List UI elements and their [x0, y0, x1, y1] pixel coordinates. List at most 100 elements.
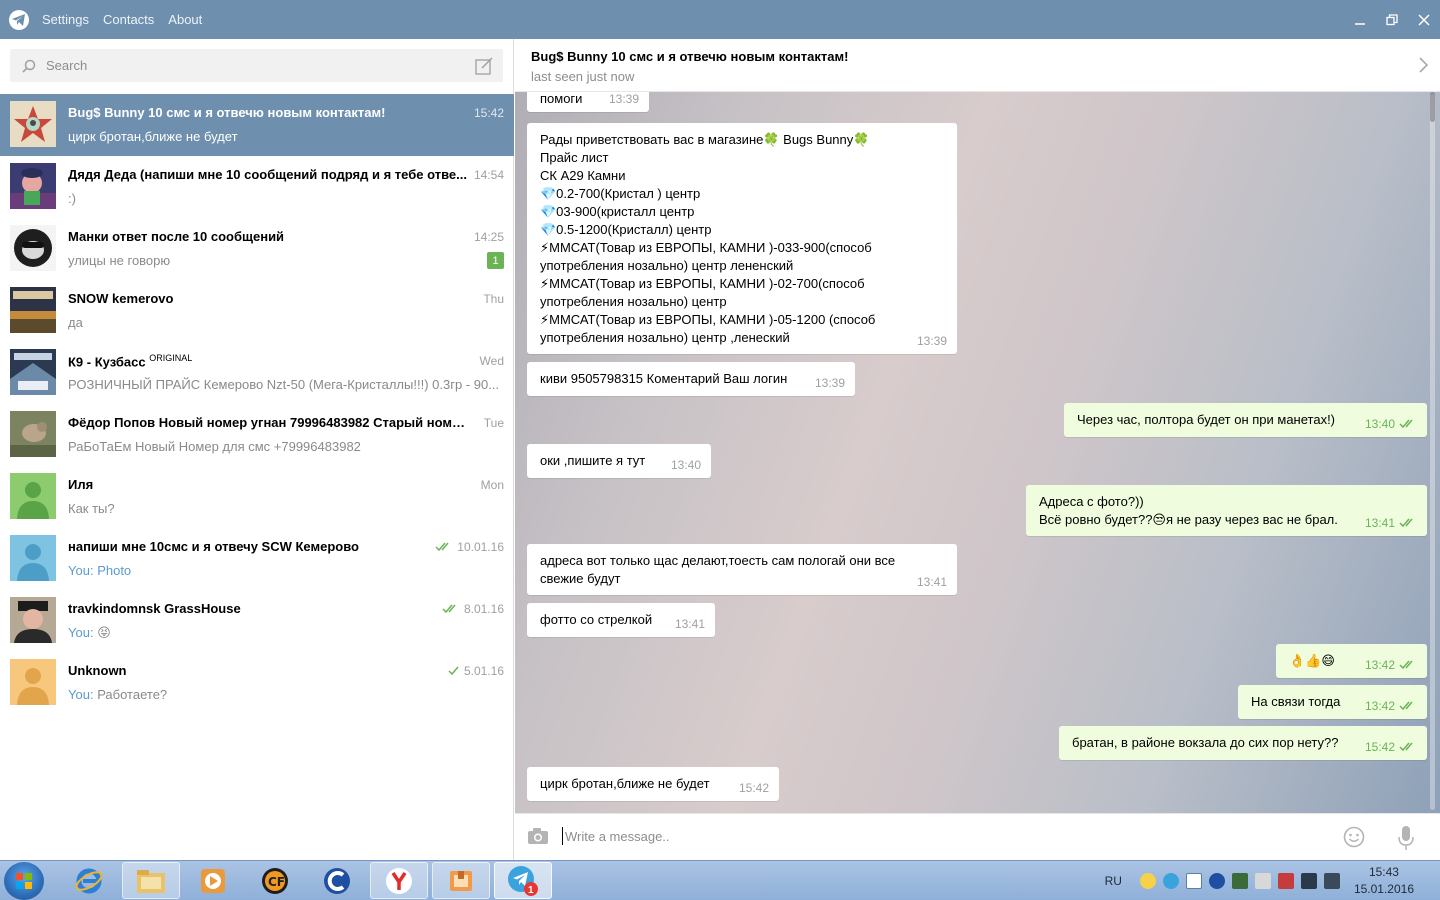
- taskbar-yandex-browser[interactable]: [370, 862, 428, 899]
- message-bubble[interactable]: оки ,пишите я тут 13:40: [527, 444, 711, 478]
- dialogs-panel: Search Bug$ Bunny 10 смс и я отвечю новы…: [0, 39, 514, 860]
- dialog-item[interactable]: Фёдор Попов Новый номер угнан 7999648398…: [0, 404, 514, 466]
- menu-about[interactable]: About: [168, 12, 202, 27]
- language-indicator[interactable]: RU: [1105, 874, 1122, 888]
- close-button[interactable]: [1408, 0, 1440, 39]
- message-bubble[interactable]: Адреса с фото?)) Всё ровно будет??😒я не …: [1026, 485, 1427, 536]
- you-prefix: You:: [68, 563, 94, 578]
- message-bubble[interactable]: киви 9505798315 Коментарий Ваш логин 13:…: [527, 362, 855, 396]
- message-time: 13:42: [1364, 699, 1395, 713]
- dialog-item[interactable]: Дядя Деда (напиши мне 10 сообщений подря…: [0, 156, 514, 218]
- network-tray-icon[interactable]: [1300, 873, 1317, 889]
- telegram-icon: [508, 865, 538, 896]
- dialog-message-text: 😝: [97, 625, 111, 640]
- message-bubble[interactable]: цирк бротан,ближе не будет 15:42: [527, 767, 779, 801]
- dialog-last-message: да: [68, 315, 83, 330]
- dialog-last-message: You: Работаете?: [68, 687, 167, 702]
- message-bubble[interactable]: На связи тогда 13:42: [1238, 685, 1427, 719]
- avatar: [10, 535, 56, 581]
- message-bubble[interactable]: помоги 13:39: [527, 92, 649, 112]
- taskbar-media-player[interactable]: [184, 862, 242, 899]
- taskbar-ccleaner[interactable]: [308, 862, 366, 899]
- usb-tray-icon[interactable]: [1254, 873, 1271, 889]
- telegram-tray-icon[interactable]: [1162, 873, 1179, 889]
- message-bubble[interactable]: Рады приветствовать вас в магазине🍀 Bugs…: [527, 123, 957, 354]
- message-time: 13:41: [916, 575, 947, 589]
- flag-tray-icon[interactable]: [1277, 873, 1294, 889]
- avatar: [10, 101, 56, 147]
- emoji-tray-icon[interactable]: [1139, 873, 1156, 889]
- camera-icon[interactable]: [527, 827, 549, 845]
- microphone-icon[interactable]: [1398, 825, 1414, 851]
- dialog-time: Wed: [479, 354, 504, 368]
- search-placeholder: Search: [46, 58, 88, 73]
- restore-button[interactable]: [1376, 0, 1408, 39]
- emoji-icon[interactable]: [1343, 826, 1365, 848]
- new-message-icon[interactable]: [475, 57, 493, 75]
- dialog-last-message: РаБоТаЕм Новый Номер для смс +7999648398…: [68, 439, 361, 454]
- ccleaner-tray-icon[interactable]: [1208, 873, 1225, 889]
- message-time: 13:42: [1364, 658, 1395, 672]
- message-input[interactable]: Write a message..: [565, 829, 670, 844]
- avatar: [10, 659, 56, 705]
- search-input[interactable]: Search: [10, 49, 503, 82]
- double-check-icon: [1399, 518, 1413, 528]
- avatar: [10, 225, 56, 271]
- archive-icon: [450, 870, 472, 891]
- volume-tray-icon[interactable]: [1323, 873, 1340, 889]
- windows-tray-icon[interactable]: [1185, 873, 1202, 889]
- message-time: 13:39: [608, 92, 639, 106]
- dialog-time: Tue: [483, 416, 504, 430]
- dialog-item[interactable]: travkindomnsk GrassHouse 8.01.16 You: 😝: [0, 590, 514, 652]
- message-bubble[interactable]: адреса вот только щас делают,тоесть сам …: [527, 544, 957, 595]
- menu-contacts[interactable]: Contacts: [103, 12, 154, 27]
- dialog-last-message: Как ты?: [68, 501, 115, 516]
- scrollbar-track[interactable]: [1430, 94, 1435, 810]
- dialog-item[interactable]: SNOW kemerovo Thu да: [0, 280, 514, 342]
- check-icon: [448, 666, 459, 676]
- taskbar-archive[interactable]: [432, 862, 490, 899]
- dialog-name-sup: ORIGINAL: [149, 353, 193, 363]
- dialog-item[interactable]: К9 - Кузбасс ORIGINAL Wed РОЗНИЧНЫЙ ПРАЙ…: [0, 342, 514, 404]
- clock[interactable]: 15:43 15.01.2016: [1354, 864, 1414, 898]
- scrollbar-thumb[interactable]: [1430, 92, 1435, 122]
- media-player-icon: [201, 868, 225, 893]
- dialog-item[interactable]: Bug$ Bunny 10 смс и я отвечю новым конта…: [0, 94, 514, 156]
- message-text: Рады приветствовать вас в магазине🍀 Bugs…: [540, 132, 876, 345]
- taskbar-crossfire[interactable]: CF: [246, 862, 304, 899]
- message-bubble[interactable]: фотто со стрелкой 13:41: [527, 603, 715, 637]
- dialog-time: Thu: [483, 292, 504, 306]
- taskbar-telegram[interactable]: 1: [494, 862, 552, 899]
- double-check-icon: [442, 604, 456, 614]
- minimize-button[interactable]: [1344, 0, 1376, 39]
- dialog-last-message: You: 😝: [68, 625, 111, 641]
- security-tray-icon[interactable]: [1231, 873, 1248, 889]
- chat-header[interactable]: Bug$ Bunny 10 смс и я отвечю новым конта…: [515, 39, 1440, 92]
- start-button[interactable]: [4, 862, 44, 900]
- dialogs-list: Bug$ Bunny 10 смс и я отвечю новым конта…: [0, 94, 514, 714]
- message-time: 13:41: [674, 617, 705, 631]
- unread-badge: 1: [487, 252, 504, 269]
- taskbar-explorer[interactable]: [122, 862, 180, 899]
- message-text: киви 9505798315 Коментарий Ваш логин: [540, 371, 788, 386]
- yandex-browser-icon: [386, 867, 412, 894]
- chevron-right-icon[interactable]: [1418, 57, 1428, 73]
- message-history[interactable]: помоги 13:39 Рады приветствовать вас в м…: [515, 92, 1440, 813]
- dialog-item[interactable]: Иля Mon Как ты?: [0, 466, 514, 528]
- dialog-item[interactable]: Unknown 5.01.16 You: Работаете?: [0, 652, 514, 714]
- clock-time: 15:43: [1368, 865, 1399, 879]
- dialog-last-message: :): [68, 191, 76, 206]
- dialog-item[interactable]: Манки ответ после 10 сообщений 14:25 ули…: [0, 218, 514, 280]
- double-check-icon: [1399, 660, 1413, 670]
- taskbar-internet-explorer[interactable]: [60, 862, 118, 899]
- ccleaner-icon: [324, 867, 350, 894]
- message-bubble[interactable]: Через час, полтора будет он при манетах!…: [1064, 403, 1427, 437]
- dialog-item[interactable]: напиши мне 10смс и я отвечу SCW Кемерово…: [0, 528, 514, 590]
- you-prefix: You:: [68, 625, 94, 640]
- dialog-last-message: улицы не говорю: [68, 253, 171, 268]
- dialog-name: SNOW kemerovo: [68, 291, 174, 306]
- message-bubble[interactable]: 👌👍😄 13:42: [1276, 644, 1427, 678]
- dialog-name: Дядя Деда (напиши мне 10 сообщений подря…: [68, 167, 467, 182]
- message-bubble[interactable]: братан, в районе вокзала до сих пор нету…: [1059, 726, 1427, 760]
- menu-settings[interactable]: Settings: [42, 12, 89, 27]
